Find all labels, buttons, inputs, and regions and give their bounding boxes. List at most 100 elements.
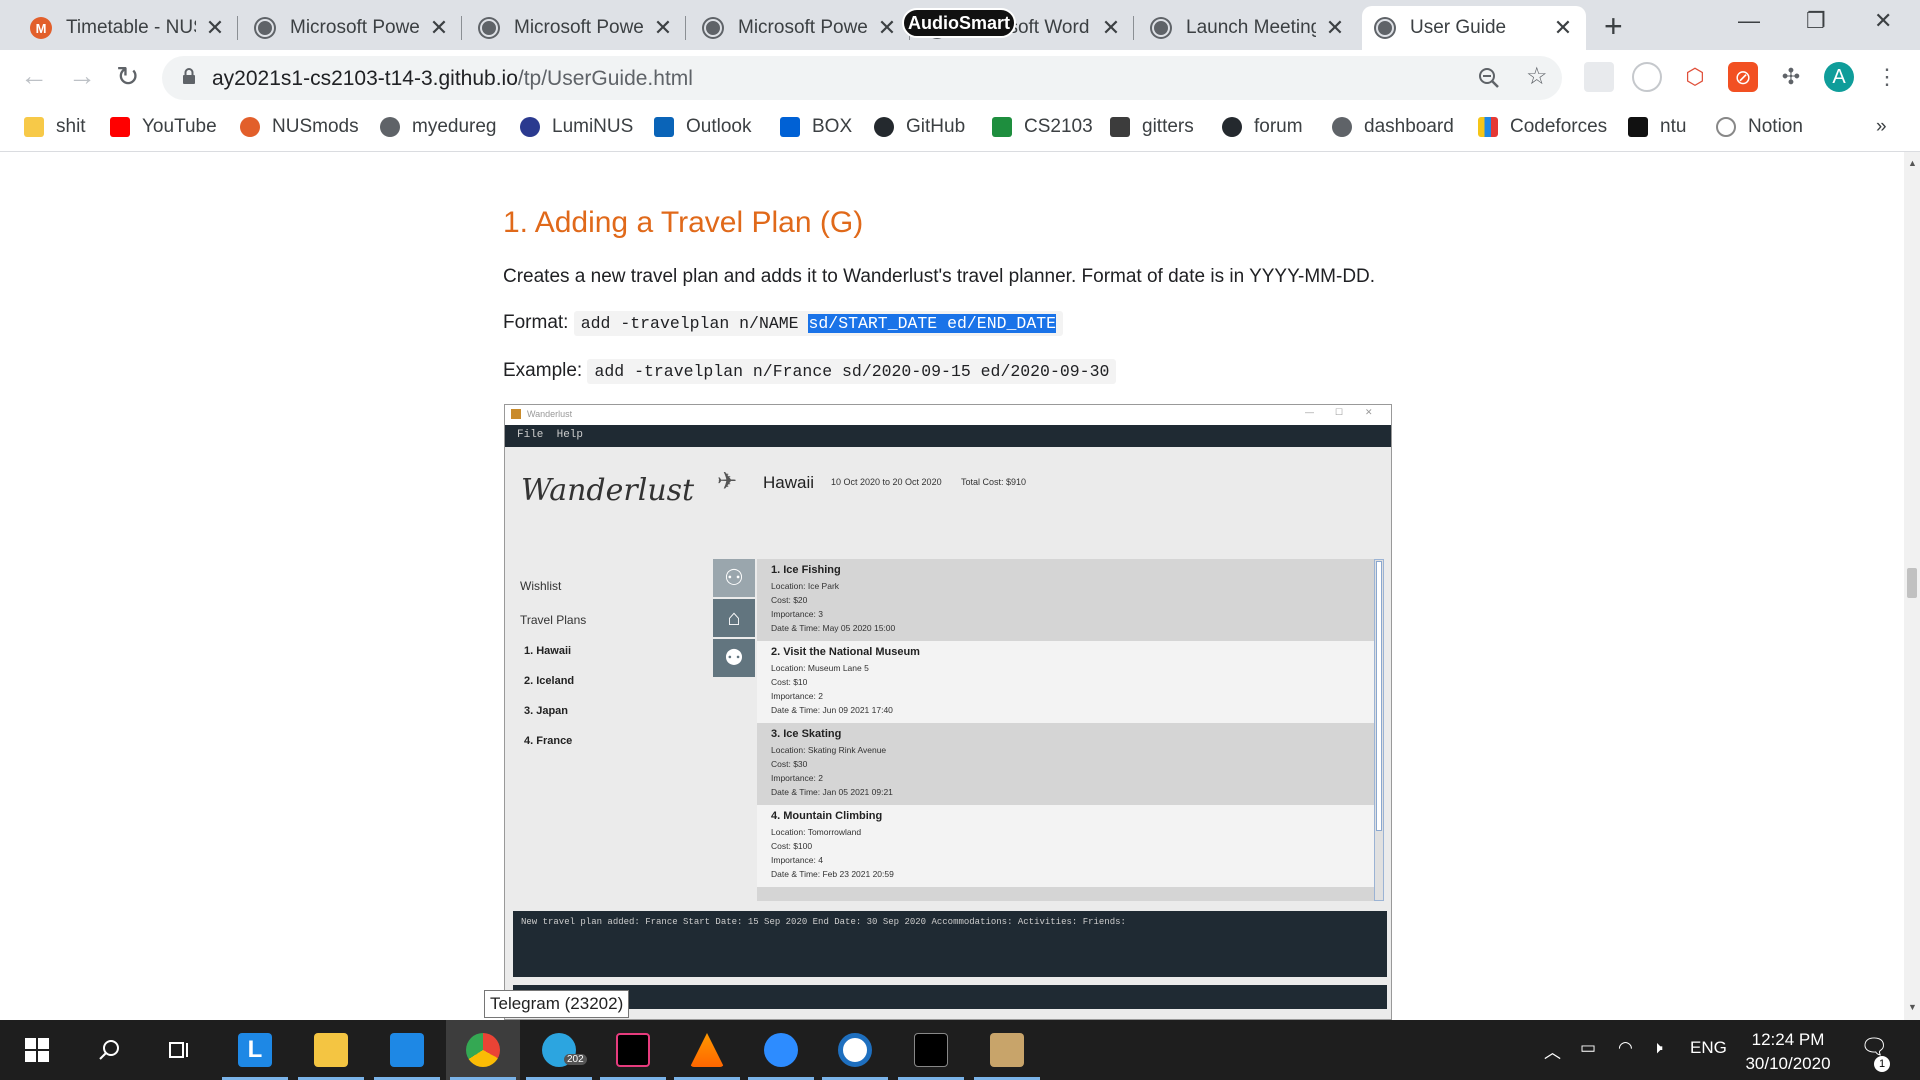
taskbar-mail[interactable] bbox=[370, 1020, 444, 1080]
bookmark-youtube[interactable]: YouTube bbox=[110, 116, 217, 138]
taskbar-vlc[interactable] bbox=[670, 1020, 744, 1080]
vlc-icon bbox=[690, 1033, 724, 1067]
start-button[interactable] bbox=[0, 1020, 74, 1080]
plan-name: Hawaii bbox=[763, 473, 815, 492]
bookmark-shit[interactable]: shit bbox=[24, 116, 86, 138]
format-code-plain: add -travelplan n/NAME bbox=[580, 314, 809, 333]
taskbar-terminal[interactable] bbox=[894, 1020, 968, 1080]
extension-adobe-icon[interactable]: ⬡ bbox=[1680, 62, 1710, 92]
new-tab-button[interactable]: + bbox=[1604, 8, 1623, 45]
task-view-button[interactable] bbox=[142, 1020, 216, 1080]
taskbar-file-explorer[interactable] bbox=[294, 1020, 368, 1080]
minimize-icon[interactable]: — bbox=[1738, 8, 1760, 34]
app-window-title: Wanderlust bbox=[527, 409, 573, 419]
scroll-down-icon[interactable]: ▼ bbox=[1908, 1002, 1917, 1012]
bookmark-cs2103[interactable]: CS2103 bbox=[992, 116, 1093, 138]
clock-time: 12:24 PM bbox=[1751, 1030, 1825, 1049]
example-label: Example: bbox=[503, 360, 583, 381]
close-icon[interactable]: ✕ bbox=[428, 15, 450, 41]
activity-importance: Importance: 3 bbox=[771, 609, 823, 619]
activity-name: 2. Visit the National Museum bbox=[771, 646, 920, 658]
tab-launch-meeting[interactable]: Launch Meeting ✕ bbox=[1138, 6, 1358, 50]
close-icon[interactable]: ✕ bbox=[876, 15, 898, 41]
activity-location: Location: Tomorrowland bbox=[771, 827, 862, 837]
activity-card: 2. Visit the National Museum Location: M… bbox=[757, 641, 1375, 723]
bookmark-nusmods[interactable]: NUSmods bbox=[240, 116, 359, 138]
bookmark-github[interactable]: GitHub bbox=[874, 116, 965, 138]
wifi-icon[interactable]: ◠ bbox=[1618, 1038, 1633, 1058]
mail-icon bbox=[390, 1033, 424, 1067]
tab-nusmods[interactable]: M Timetable - NUSMods ✕ bbox=[18, 6, 238, 50]
taskbar-contacts[interactable] bbox=[970, 1020, 1044, 1080]
tray-chevron-icon[interactable]: ︿ bbox=[1544, 1038, 1561, 1063]
audiosmart-badge[interactable]: AudioSmart bbox=[902, 8, 1016, 38]
tab-powerpoint-3[interactable]: Microsoft PowerPoint ✕ bbox=[690, 6, 910, 50]
tab-user-guide[interactable]: User Guide ✕ bbox=[1362, 6, 1586, 50]
bookmark-outlook[interactable]: Outlook bbox=[654, 116, 751, 138]
extension-block-icon[interactable]: ⊘ bbox=[1728, 62, 1758, 92]
tab-powerpoint-2[interactable]: Microsoft PowerPoint ✕ bbox=[466, 6, 686, 50]
bookmark-label: YouTube bbox=[142, 116, 217, 137]
scroll-up-icon[interactable]: ▲ bbox=[1908, 158, 1917, 168]
taskbar-chrome[interactable] bbox=[446, 1020, 520, 1080]
bookmarks-bar: shit YouTube NUSmods myedureg LumiNUS Ou… bbox=[0, 106, 1920, 152]
windows-logo-icon bbox=[25, 1038, 49, 1062]
taskbar-zoom[interactable] bbox=[744, 1020, 818, 1080]
bookmark-label: shit bbox=[56, 116, 86, 137]
extensions-puzzle-icon[interactable]: ✣ bbox=[1776, 62, 1806, 92]
activity-scroll-thumb bbox=[1376, 561, 1382, 831]
lock-icon bbox=[183, 68, 195, 84]
bookmark-notion[interactable]: Notion bbox=[1716, 116, 1803, 138]
forward-icon[interactable]: → bbox=[68, 60, 96, 92]
extension-qr-icon[interactable] bbox=[1584, 62, 1614, 92]
globe-icon bbox=[478, 17, 500, 39]
restore-icon[interactable]: ❐ bbox=[1806, 8, 1826, 34]
close-icon[interactable]: ✕ bbox=[1100, 15, 1122, 41]
page-scrollbar[interactable]: ▲ ▼ bbox=[1904, 152, 1920, 1020]
close-icon[interactable]: ✕ bbox=[1324, 15, 1346, 41]
battery-icon[interactable]: ▭ bbox=[1580, 1038, 1596, 1058]
bookmark-gitters[interactable]: gitters bbox=[1110, 116, 1194, 138]
profile-avatar[interactable]: A bbox=[1824, 62, 1854, 92]
taskbar-app-l[interactable]: L bbox=[218, 1020, 292, 1080]
reload-icon[interactable]: ↻ bbox=[116, 60, 139, 93]
bookmark-myedureg[interactable]: myedureg bbox=[380, 116, 497, 138]
close-icon[interactable]: ✕ bbox=[1552, 15, 1574, 41]
globe-icon bbox=[254, 17, 276, 39]
back-icon[interactable]: ← bbox=[20, 60, 48, 92]
bookmark-forum[interactable]: forum bbox=[1222, 116, 1303, 138]
bookmark-codeforces[interactable]: Codeforces bbox=[1478, 116, 1607, 138]
search-button[interactable] bbox=[72, 1020, 146, 1080]
volume-icon[interactable]: 🕨 bbox=[1652, 1038, 1663, 1058]
clock-date: 30/10/2020 bbox=[1745, 1054, 1831, 1073]
menu-kebab-icon[interactable]: ⋮ bbox=[1872, 62, 1902, 92]
box-icon bbox=[780, 117, 800, 137]
close-icon[interactable]: ✕ bbox=[652, 15, 674, 41]
bookmarks-overflow-button[interactable]: » bbox=[1876, 116, 1887, 138]
bookmark-luminus[interactable]: LumiNUS bbox=[520, 116, 633, 138]
bookmark-ntu[interactable]: ntu bbox=[1628, 116, 1686, 138]
zoom-icon[interactable] bbox=[1478, 67, 1500, 89]
bookmark-label: myedureg bbox=[412, 116, 497, 137]
language-indicator[interactable]: ENG bbox=[1690, 1038, 1727, 1058]
taskbar-intellij[interactable] bbox=[596, 1020, 670, 1080]
bookmark-dashboard[interactable]: dashboard bbox=[1332, 116, 1454, 138]
codeforces-icon bbox=[1478, 117, 1498, 137]
taskbar-telegram[interactable]: 202 bbox=[522, 1020, 596, 1080]
bookmark-label: NUSmods bbox=[272, 116, 359, 137]
bookmark-box[interactable]: BOX bbox=[780, 116, 852, 138]
window-close-icon[interactable]: ✕ bbox=[1874, 8, 1892, 34]
tab-powerpoint-1[interactable]: Microsoft PowerPoint ✕ bbox=[242, 6, 462, 50]
bookmark-star-icon[interactable]: ☆ bbox=[1526, 62, 1548, 91]
luminus-icon bbox=[520, 117, 540, 137]
address-bar[interactable]: ay2021s1-cs2103-t14-3.github.io/tp/UserG… bbox=[162, 56, 1562, 100]
extension-circle-icon[interactable] bbox=[1632, 62, 1662, 92]
youtube-icon bbox=[110, 117, 130, 137]
search-icon bbox=[99, 1040, 119, 1060]
close-icon[interactable]: ✕ bbox=[204, 15, 226, 41]
page-scroll-thumb[interactable] bbox=[1907, 568, 1917, 598]
clock[interactable]: 12:24 PM 30/10/2020 bbox=[1736, 1028, 1840, 1076]
taskbar-search-app[interactable] bbox=[818, 1020, 892, 1080]
terminal-icon bbox=[914, 1033, 948, 1067]
activity-location: Location: Skating Rink Avenue bbox=[771, 745, 887, 755]
